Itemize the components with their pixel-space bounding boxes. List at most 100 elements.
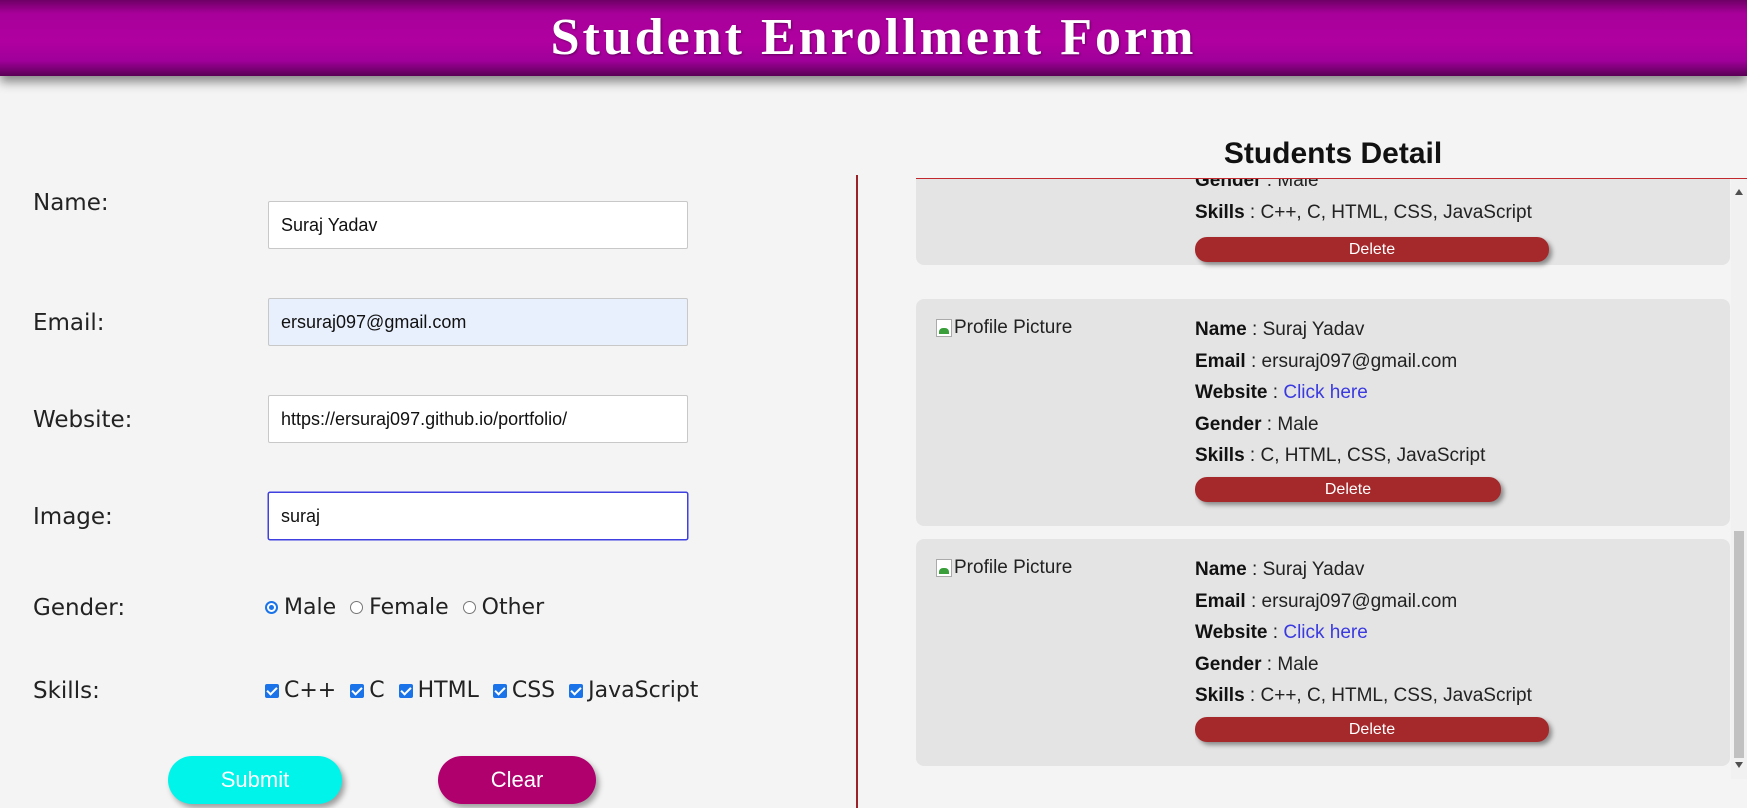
scrollbar-thumb[interactable] <box>1734 531 1744 758</box>
email-value: ersuraj097@gmail.com <box>1261 590 1458 612</box>
skills-value: C, HTML, CSS, JavaScript <box>1260 445 1486 466</box>
gender-value: Male <box>1277 179 1319 191</box>
email-input[interactable]: ersuraj097@gmail.com <box>268 298 688 346</box>
email-label: Email: <box>33 310 105 336</box>
separator: : <box>1245 350 1262 372</box>
website-link[interactable]: Click here <box>1283 622 1367 643</box>
clear-button[interactable]: Clear <box>438 756 596 804</box>
name-row: Name : Suraj Yadav <box>1195 314 1485 346</box>
name-value: Suraj Yadav <box>1262 559 1365 580</box>
html-checkbox[interactable] <box>398 683 413 698</box>
html-label: HTML <box>417 678 479 703</box>
other-label: Other <box>481 595 545 620</box>
name-row: Name : Suraj Yadav <box>1195 554 1532 586</box>
female-label: Female <box>369 595 449 620</box>
image-label: Image: <box>33 504 113 530</box>
separator: : <box>1267 382 1284 403</box>
student-info: Gender : Male Skills : C++, C, HTML, CSS… <box>1195 179 1532 228</box>
gender-option-female[interactable]: Female <box>350 595 449 620</box>
image-input[interactable]: suraj <box>268 492 688 540</box>
email-value: ersuraj097@gmail.com <box>1261 350 1458 372</box>
email-field-label: Email <box>1195 590 1246 612</box>
c-checkbox[interactable] <box>350 683 365 698</box>
separator: : <box>1246 559 1263 580</box>
skills-row: Skills : C++, C, HTML, CSS, JavaScript <box>1195 197 1532 229</box>
gender-row: Gender : Male <box>1195 179 1532 197</box>
student-card: Profile Picture Name : Suraj Yadav Email… <box>916 539 1730 766</box>
broken-image-icon <box>936 559 952 577</box>
separator: : <box>1244 445 1261 466</box>
website-link[interactable]: Click here <box>1283 382 1367 403</box>
skill-cpp[interactable]: C++ <box>265 678 336 703</box>
scroll-up-arrow-icon[interactable] <box>1735 189 1743 195</box>
name-field-label: Name <box>1195 319 1247 340</box>
gender-value: Male <box>1277 653 1319 675</box>
skills-field-label: Skills <box>1195 685 1245 706</box>
css-checkbox[interactable] <box>492 683 507 698</box>
name-field-label: Name <box>1195 559 1247 580</box>
separator: : <box>1245 590 1262 612</box>
skills-value: C++, C, HTML, CSS, JavaScript <box>1260 201 1532 223</box>
cpp-label: C++ <box>284 678 337 703</box>
website-row: Website : Click here <box>1195 617 1532 649</box>
c-label: C <box>369 678 385 703</box>
email-field-label: Email <box>1195 350 1246 372</box>
gender-field-label: Gender <box>1195 413 1262 435</box>
male-radio[interactable] <box>265 601 278 614</box>
separator: : <box>1267 622 1284 643</box>
skills-field-label: Skills <box>1195 445 1245 466</box>
delete-button[interactable]: Delete <box>1195 477 1501 502</box>
broken-image-icon <box>936 319 952 337</box>
gender-row: Gender : Male <box>1195 409 1485 441</box>
gender-field-label: Gender <box>1195 179 1262 191</box>
other-radio[interactable] <box>462 601 476 614</box>
delete-button[interactable]: Delete <box>1195 717 1549 742</box>
page-title: Student Enrollment Form <box>550 9 1197 66</box>
vertical-divider <box>856 175 858 808</box>
male-label: Male <box>284 595 337 620</box>
website-input[interactable]: https://ersuraj097.github.io/portfolio/ <box>268 395 688 443</box>
students-scrollbar[interactable] <box>1731 179 1747 779</box>
javascript-checkbox[interactable] <box>569 683 584 698</box>
students-list: Gender : Male Skills : C++, C, HTML, CSS… <box>916 179 1730 808</box>
profile-picture-alt: Profile Picture <box>954 557 1073 578</box>
page-header: Student Enrollment Form <box>0 0 1747 76</box>
skill-html[interactable]: HTML <box>398 678 479 703</box>
gender-label: Gender: <box>33 595 126 621</box>
cpp-checkbox[interactable] <box>265 683 279 698</box>
website-field-label: Website <box>1195 382 1268 403</box>
skills-row: Skills : C++, C, HTML, CSS, JavaScript <box>1195 680 1532 712</box>
separator: : <box>1244 685 1261 706</box>
email-row: Email : ersuraj097@gmail.com <box>1195 586 1532 618</box>
skills-field-label: Skills <box>1195 201 1245 223</box>
name-label: Name: <box>33 190 109 216</box>
scroll-down-arrow-icon[interactable] <box>1735 762 1743 768</box>
gender-options: Male Female Other <box>265 595 558 620</box>
gender-value: Male <box>1277 413 1319 435</box>
skill-javascript[interactable]: JavaScript <box>569 678 698 703</box>
skills-options: C++ C HTML CSS JavaScript <box>265 678 712 703</box>
submit-button[interactable]: Submit <box>168 756 342 804</box>
website-field-label: Website <box>1195 622 1268 643</box>
separator: : <box>1246 319 1263 340</box>
website-label: Website: <box>33 407 133 433</box>
skills-label: Skills: <box>33 678 100 704</box>
separator: : <box>1261 413 1278 435</box>
skills-row: Skills : C, HTML, CSS, JavaScript <box>1195 440 1485 472</box>
student-card: Gender : Male Skills : C++, C, HTML, CSS… <box>916 179 1730 265</box>
student-card: Profile Picture Name : Suraj Yadav Email… <box>916 299 1730 526</box>
separator: : <box>1261 653 1278 675</box>
gender-row: Gender : Male <box>1195 649 1532 681</box>
gender-field-label: Gender <box>1195 653 1262 675</box>
name-input[interactable]: Suraj Yadav <box>268 201 688 249</box>
profile-picture: Profile Picture <box>936 557 1072 579</box>
gender-option-other[interactable]: Other <box>462 595 545 620</box>
separator: : <box>1261 179 1278 191</box>
female-radio[interactable] <box>350 601 364 614</box>
skill-css[interactable]: CSS <box>492 678 555 703</box>
delete-button[interactable]: Delete <box>1195 237 1549 262</box>
student-info: Name : Suraj Yadav Email : ersuraj097@gm… <box>1195 314 1485 472</box>
profile-picture-alt: Profile Picture <box>954 317 1073 338</box>
gender-option-male[interactable]: Male <box>265 595 336 620</box>
skill-c[interactable]: C <box>350 678 385 703</box>
